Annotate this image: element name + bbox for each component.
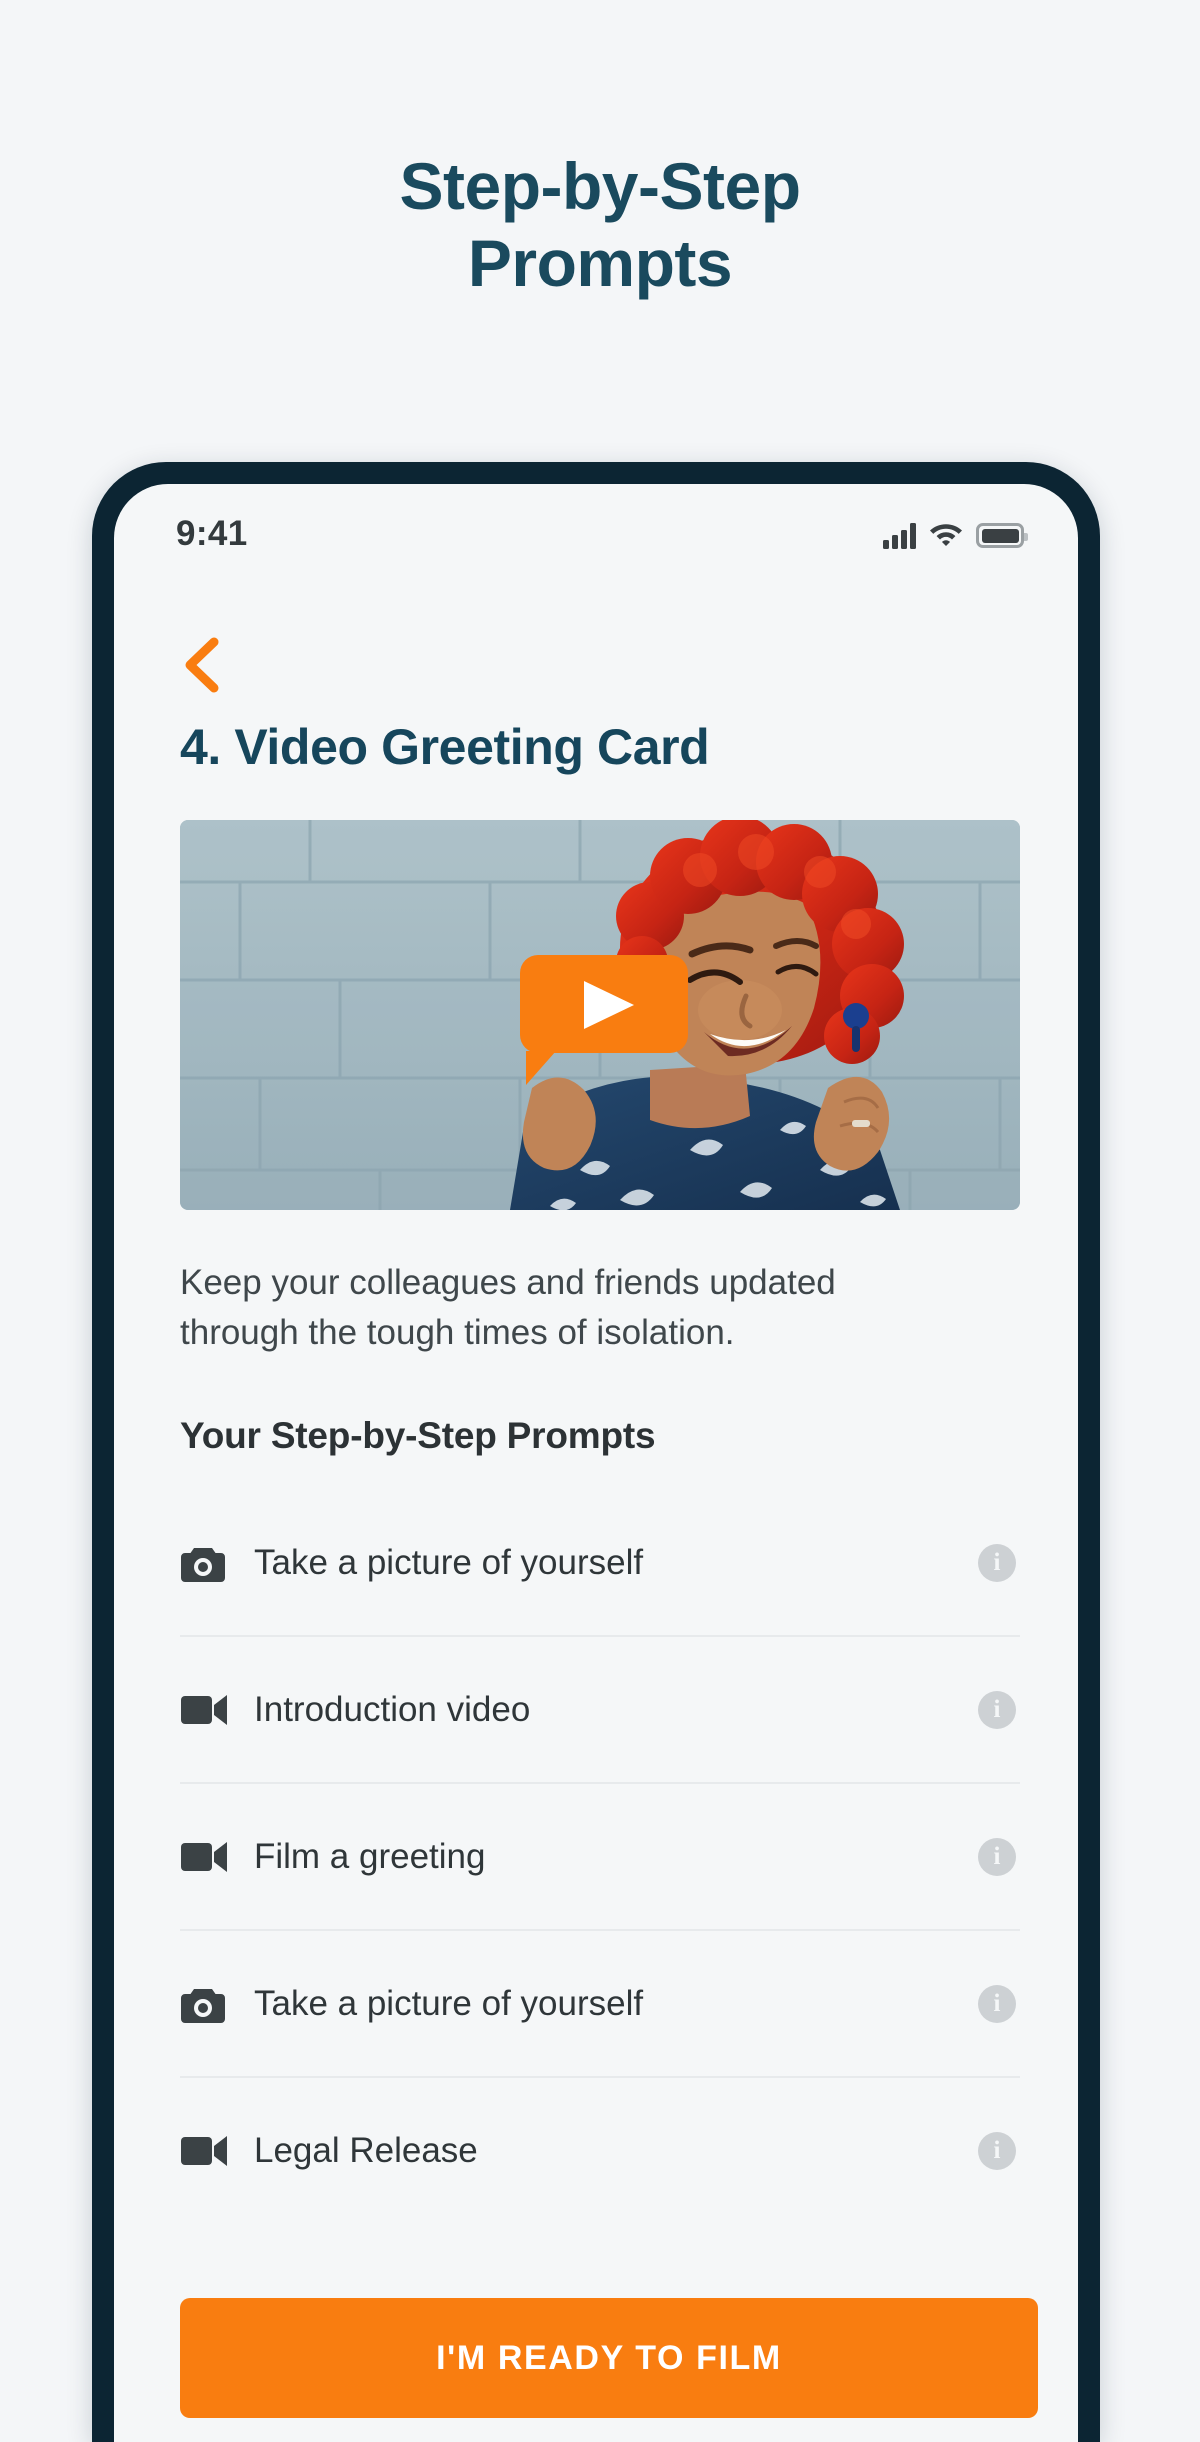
info-icon[interactable]: i — [978, 1543, 1016, 1582]
video-description: Keep your colleagues and friends updated… — [180, 1263, 836, 1352]
back-button[interactable] — [172, 630, 232, 700]
prompt-label: Take a picture of yourself — [254, 1542, 644, 1582]
prompt-label: Legal Release — [254, 2130, 478, 2170]
camera-icon — [180, 1979, 232, 2029]
prompt-list-item[interactable]: Take a picture of yourself i — [180, 1931, 1020, 2078]
play-button-icon — [584, 981, 634, 1029]
status-bar: 9:41 — [114, 506, 1078, 568]
prompt-label: Take a picture of yourself — [254, 1983, 644, 2023]
prompt-list-item[interactable]: Film a greeting i — [180, 1784, 1020, 1931]
prompt-label: Introduction video — [254, 1689, 531, 1729]
ready-to-film-button[interactable]: I'M READY TO FILM — [180, 2298, 1038, 2418]
prompts-section-heading: Your Step-by-Step Prompts — [180, 1415, 656, 1456]
cellular-signal-icon — [883, 522, 916, 549]
status-bar-icons — [883, 520, 1028, 551]
camera-icon — [180, 1538, 232, 1588]
play-button-bubble[interactable] — [520, 955, 688, 1085]
video-camera-icon — [180, 1685, 232, 1735]
chevron-left-icon — [185, 637, 219, 693]
video-camera-icon — [180, 1832, 232, 1882]
prompt-list-item[interactable]: Take a picture of yourself i — [180, 1490, 1020, 1637]
status-bar-time: 9:41 — [176, 514, 248, 553]
battery-full-icon — [976, 523, 1028, 548]
screen-title: 4. Video Greeting Card — [180, 719, 710, 775]
prompt-list-item[interactable]: Introduction video i — [180, 1637, 1020, 1784]
page-title-line-1: Step-by-Step — [399, 149, 801, 223]
wifi-icon — [929, 520, 963, 551]
prompt-list-item[interactable]: Legal Release i — [180, 2078, 1020, 2223]
page-title: Step-by-Step Prompts — [0, 148, 1200, 301]
video-camera-icon — [180, 2126, 232, 2176]
info-icon[interactable]: i — [978, 1690, 1016, 1729]
page-title-line-2: Prompts — [467, 225, 733, 300]
info-icon[interactable]: i — [978, 1984, 1016, 2023]
prompt-label: Film a greeting — [254, 1836, 486, 1876]
video-thumbnail[interactable] — [180, 820, 1020, 1210]
prompts-list: Take a picture of yourself i Introductio… — [180, 1490, 1020, 2223]
info-icon[interactable]: i — [978, 2131, 1016, 2170]
info-icon[interactable]: i — [978, 1837, 1016, 1876]
